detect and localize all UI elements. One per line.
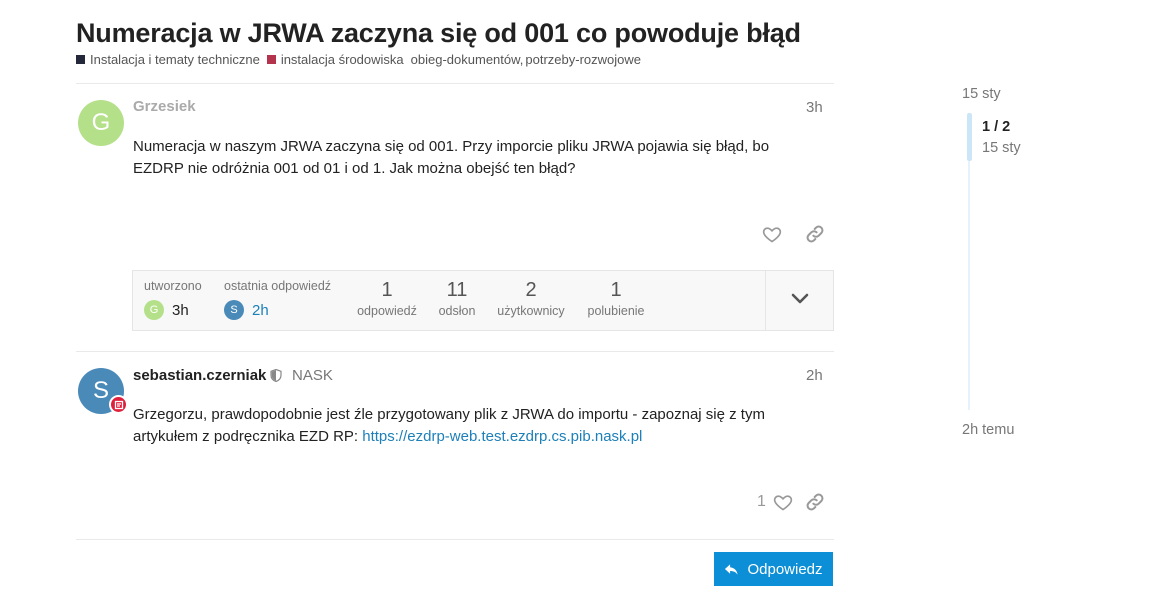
post-date[interactable]: 2h (806, 367, 823, 384)
last-reply-label: ostatnia odpowiedź (224, 279, 332, 293)
stat-label: odpowiedź (357, 304, 417, 318)
category-label: instalacja środowiska (280, 52, 404, 67)
stat-number: 1 (610, 279, 622, 301)
stat-replies: 1 odpowiedź (355, 279, 419, 318)
divider (76, 539, 834, 540)
stat-number: 2 (525, 279, 537, 301)
timeline-end-date[interactable]: 2h temu (962, 422, 1014, 438)
topic-title[interactable]: Numeracja w JRWA zaczyna się od 001 co p… (76, 18, 801, 49)
chevron-down-icon (791, 292, 809, 310)
stat-views: 11 odsłon (431, 279, 483, 318)
stat-label: polubienie (587, 304, 645, 318)
stat-number: 1 (381, 279, 393, 301)
last-reply-value[interactable]: 2h (252, 302, 269, 319)
created-value[interactable]: 3h (172, 302, 189, 319)
tag-potrzeby-rozwojowe[interactable]: potrzeby-rozwojowe (525, 52, 641, 67)
category-color-square (266, 55, 276, 64)
topic-categories: Instalacja i tematy techniczne instalacj… (76, 52, 643, 67)
created-label: utworzono (144, 279, 202, 293)
stat-users: 2 użytkownicy (495, 279, 567, 318)
avatar[interactable]: S (224, 300, 244, 320)
stat-likes: 1 polubienie (585, 279, 647, 318)
avatar[interactable]: G (78, 100, 124, 146)
stat-label: odsłon (438, 304, 476, 318)
badge-icon[interactable] (109, 395, 128, 414)
reply-button-label: Odpowiedz (747, 560, 823, 578)
shield-icon (270, 368, 282, 387)
post-username: sebastian.czerniak (133, 367, 266, 384)
heart-icon[interactable] (762, 224, 782, 244)
category-installation[interactable]: instalacja środowiska (266, 52, 404, 67)
category-technical[interactable]: Instalacja i tematy techniczne (76, 52, 260, 67)
timeline-handle[interactable] (967, 113, 972, 161)
heart-icon[interactable] (773, 492, 793, 512)
stat-number: 11 (446, 279, 468, 301)
timeline-position-date: 15 sty (982, 140, 1021, 156)
topic-map: utworzono G 3h ostatnia odpowiedź S 2h 1… (132, 270, 834, 331)
post-body: Grzegorzu, prawdopodobnie jest źle przyg… (133, 404, 813, 448)
like-count[interactable]: 1 (757, 493, 766, 511)
post-body: Numeracja w naszym JRWA zaczyna się od 0… (133, 138, 770, 177)
topic-map-created: utworzono G 3h (144, 279, 202, 320)
category-label: Instalacja i tematy techniczne (90, 52, 260, 67)
topic-map-last-reply: ostatnia odpowiedź S 2h (224, 279, 331, 320)
reply-button[interactable]: Odpowiedz (714, 552, 833, 586)
avatar[interactable]: G (144, 300, 164, 320)
tag-obieg-dokumentow[interactable]: obieg-dokumentów, (411, 52, 524, 67)
post-username-link[interactable]: sebastian.czerniak (133, 367, 266, 384)
post-date[interactable]: 3h (806, 99, 823, 116)
avatar-letter: G (91, 109, 111, 136)
link-icon[interactable] (805, 492, 825, 512)
timeline-start-date[interactable]: 15 sty (962, 86, 1001, 102)
link-icon[interactable] (805, 224, 825, 244)
divider (76, 351, 834, 352)
divider (76, 83, 834, 84)
category-color-square (76, 55, 85, 64)
avatar-letter: S (92, 377, 109, 404)
stat-label: użytkownicy (497, 304, 565, 318)
post-username[interactable]: Grzesiek (133, 98, 196, 115)
timeline-position: 1 / 2 (982, 119, 1011, 135)
reply-arrow-icon (724, 562, 747, 577)
post-link[interactable]: https://ezdrp-web.test.ezdrp.cs.pib.nask… (362, 428, 642, 445)
user-group[interactable]: NASK (292, 367, 333, 384)
topic-map-expand-button[interactable] (765, 271, 833, 330)
